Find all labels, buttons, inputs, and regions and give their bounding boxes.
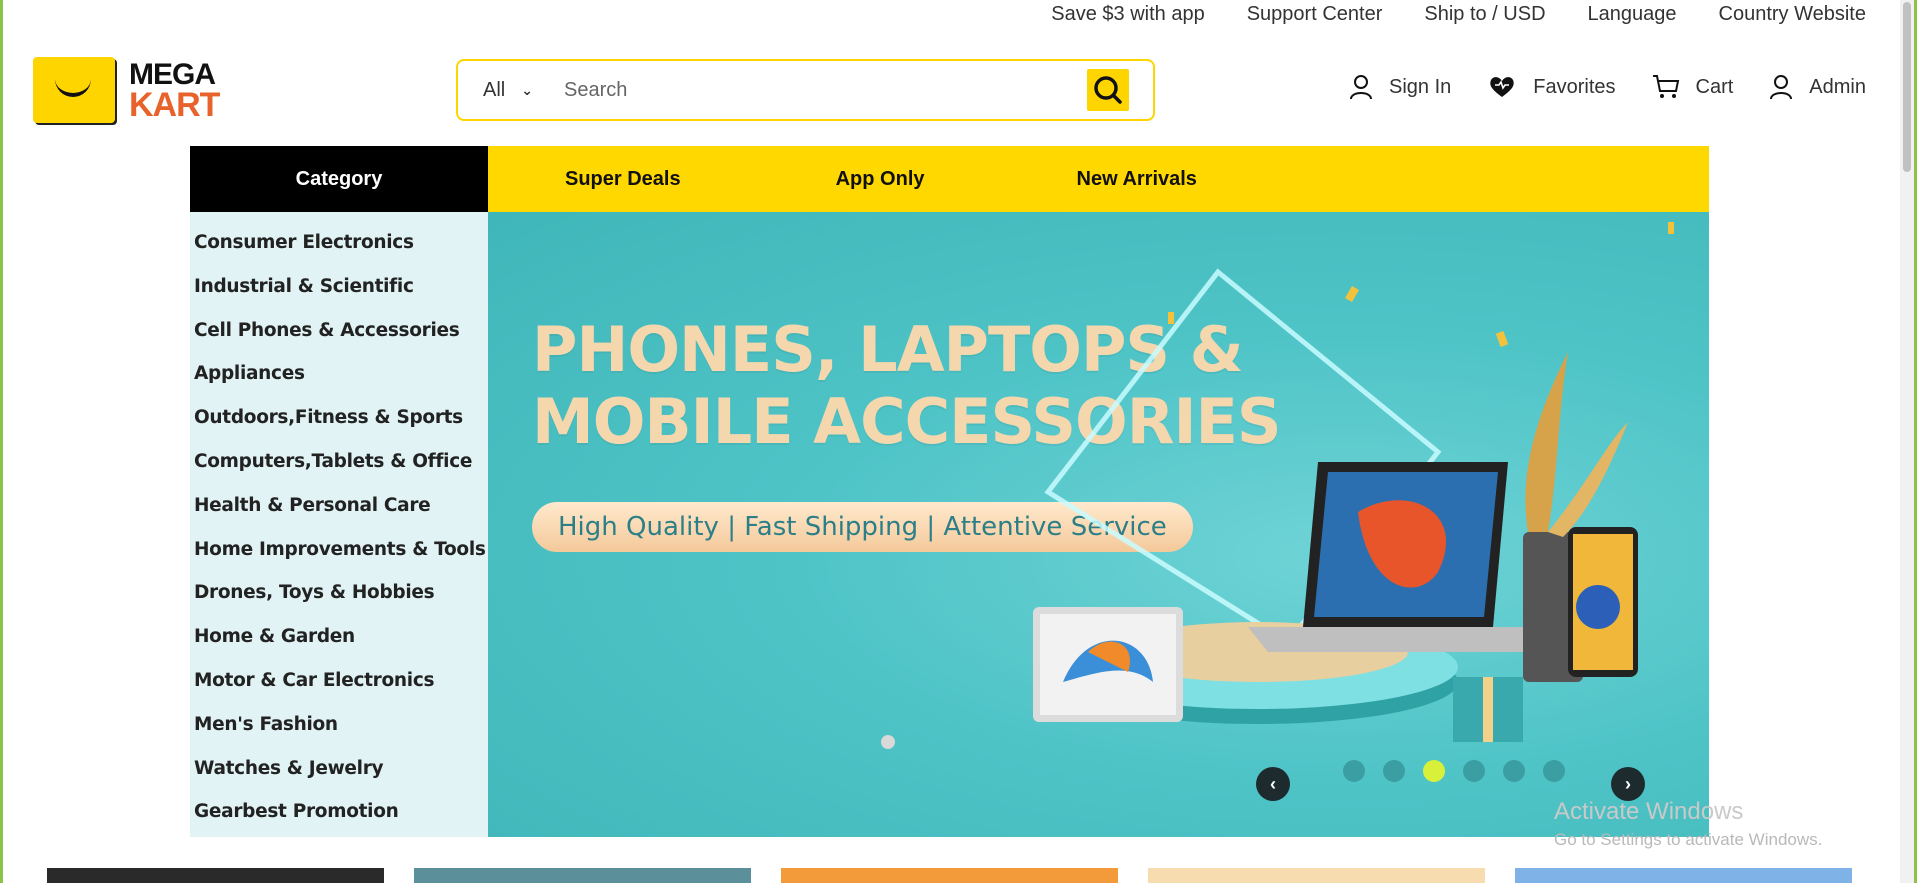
admin-user-icon bbox=[1770, 75, 1793, 100]
header-actions: Sign In Favorites Cart Admin bbox=[1349, 74, 1866, 100]
favorites-button[interactable]: Favorites bbox=[1487, 75, 1616, 99]
admin-label: Admin bbox=[1809, 75, 1866, 98]
search-scope-value: All bbox=[483, 78, 506, 101]
category-item[interactable]: Motor & Car Electronics bbox=[190, 670, 488, 714]
category-item[interactable]: Cell Phones & Accessories bbox=[190, 320, 488, 364]
user-icon bbox=[1349, 75, 1372, 100]
category-sidebar: Consumer Electronics Industrial & Scient… bbox=[190, 212, 488, 837]
site-logo[interactable]: MEGA KART bbox=[33, 55, 253, 125]
support-center-link[interactable]: Support Center bbox=[1247, 3, 1383, 26]
product-tile[interactable] bbox=[47, 868, 384, 883]
banner-dot-6[interactable] bbox=[1543, 760, 1565, 782]
heart-icon bbox=[1490, 77, 1514, 97]
banner-dot-1[interactable] bbox=[1343, 760, 1365, 782]
chevron-down-icon: ⌄ bbox=[521, 81, 533, 98]
ship-to-currency-link[interactable]: Ship to / USD bbox=[1424, 3, 1545, 26]
cart-label: Cart bbox=[1695, 75, 1734, 98]
brand-name: MEGA KART bbox=[129, 60, 220, 124]
category-item[interactable]: Gearbest Promotion bbox=[190, 801, 488, 845]
category-item[interactable]: Computers,Tablets & Office bbox=[190, 451, 488, 495]
nav-app-only[interactable]: App Only bbox=[836, 146, 925, 212]
sign-in-button[interactable]: Sign In bbox=[1349, 74, 1451, 100]
search-button[interactable] bbox=[1087, 69, 1129, 111]
page-scrollbar[interactable] bbox=[1900, 0, 1914, 883]
watermark-subtitle: Go to Settings to activate Windows. bbox=[1554, 830, 1823, 849]
category-item[interactable]: Drones, Toys & Hobbies bbox=[190, 582, 488, 626]
product-tile[interactable] bbox=[414, 868, 751, 883]
nav-new-arrivals[interactable]: New Arrivals bbox=[1077, 146, 1197, 212]
windows-activation-watermark: Activate Windows Go to Settings to activ… bbox=[1554, 798, 1822, 850]
nav-super-deals[interactable]: Super Deals bbox=[565, 146, 681, 212]
banner-dot-4[interactable] bbox=[1463, 760, 1485, 782]
banner-dot-2[interactable] bbox=[1383, 760, 1405, 782]
save-with-app-link[interactable]: Save $3 with app bbox=[1051, 3, 1204, 26]
admin-button[interactable]: Admin bbox=[1769, 74, 1866, 100]
category-item[interactable]: Health & Personal Care bbox=[190, 495, 488, 539]
language-link[interactable]: Language bbox=[1588, 3, 1677, 26]
brand-line-2: KART bbox=[129, 86, 220, 124]
search-scope-dropdown[interactable]: All ⌄ bbox=[458, 79, 558, 102]
banner-prev-arrow[interactable]: ‹ bbox=[1256, 767, 1290, 801]
category-item[interactable]: Watches & Jewelry bbox=[190, 758, 488, 802]
category-item[interactable]: Appliances bbox=[190, 363, 488, 407]
search-icon bbox=[1094, 76, 1122, 104]
hero-banner[interactable]: PHONES, LAPTOPS & MOBILE ACCESSORIES Hig… bbox=[488, 212, 1709, 837]
favorites-label: Favorites bbox=[1533, 75, 1616, 98]
cart-button[interactable]: Cart bbox=[1652, 74, 1734, 100]
shopping-bag-icon bbox=[33, 57, 115, 123]
product-tile[interactable] bbox=[1148, 868, 1485, 883]
products-illustration bbox=[881, 222, 1674, 749]
country-website-link[interactable]: Country Website bbox=[1719, 3, 1866, 26]
category-item[interactable]: Men's Fashion bbox=[190, 714, 488, 758]
scrollbar-thumb[interactable] bbox=[1903, 2, 1911, 172]
search-bar: All ⌄ bbox=[456, 59, 1155, 121]
category-item[interactable]: Home Improvements & Tools bbox=[190, 539, 488, 583]
product-tiles-row bbox=[47, 868, 1852, 883]
cart-icon bbox=[1652, 75, 1679, 98]
banner-next-arrow[interactable]: › bbox=[1611, 767, 1645, 801]
product-tile[interactable] bbox=[781, 868, 1118, 883]
watermark-title: Activate Windows bbox=[1554, 798, 1744, 825]
top-utility-bar: Save $3 with app Support Center Ship to … bbox=[1051, 0, 1866, 28]
banner-pagination bbox=[1343, 760, 1565, 782]
category-item[interactable]: Outdoors,Fitness & Sports bbox=[190, 407, 488, 451]
category-item[interactable]: Industrial & Scientific bbox=[190, 276, 488, 320]
sign-in-label: Sign In bbox=[1388, 75, 1452, 98]
search-input[interactable] bbox=[558, 78, 1087, 102]
main-nav: Category Super Deals App Only New Arriva… bbox=[190, 146, 1709, 212]
category-item[interactable]: Home & Garden bbox=[190, 626, 488, 670]
banner-dot-3[interactable] bbox=[1423, 760, 1445, 782]
category-item[interactable]: Consumer Electronics bbox=[190, 232, 488, 276]
banner-dot-5[interactable] bbox=[1503, 760, 1525, 782]
category-tab[interactable]: Category bbox=[190, 146, 488, 212]
product-tile[interactable] bbox=[1515, 868, 1852, 883]
